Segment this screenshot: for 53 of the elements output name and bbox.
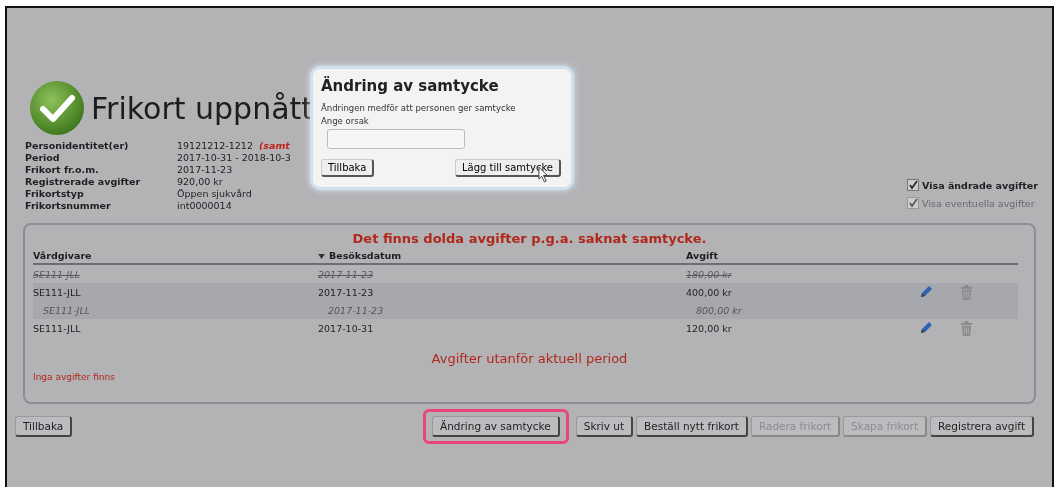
info-value: 2017-10-31 - 2018-10-3 xyxy=(177,152,291,163)
checkbox-label: Visa ändrade avgifter xyxy=(922,179,1038,191)
table-cell-text: 2017-11-23 xyxy=(318,286,375,298)
column-header[interactable]: Besöksdatum xyxy=(318,250,686,261)
checkmark-icon xyxy=(29,80,85,136)
table-cell-text: 180,00 kr xyxy=(686,268,733,280)
table-cell-text: 2017-10-31 xyxy=(318,322,375,334)
table-row[interactable]: SE111-JLL 2017-10-31 120,00 kr xyxy=(33,319,1018,337)
empty-note: Inga avgifter finns xyxy=(33,372,116,382)
table-row[interactable]: SE111-JLL 2017-11-23 400,00 kr xyxy=(33,283,1018,301)
info-value: Öppen sjukvård xyxy=(177,188,252,199)
action-button[interactable]: Ändring av samtycke xyxy=(432,416,560,437)
table-row[interactable]: SE111-JLL 2017-11-23 180,00 kr xyxy=(33,265,1018,283)
table-cell-text: 400,00 kr xyxy=(686,286,733,298)
hidden-fees-notice: Det finns dolda avgifter p.g.a. saknat samtycke. xyxy=(351,231,708,246)
info-value: 920,00 kr xyxy=(177,176,223,187)
table-cell-text: SE111-JLL xyxy=(42,304,91,316)
pencil-icon[interactable] xyxy=(918,284,934,300)
consent-note: (samt xyxy=(258,140,290,151)
pencil-icon[interactable] xyxy=(918,320,934,336)
info-value: 2017-11-23 xyxy=(177,164,233,175)
info-label: Frikortsnummer xyxy=(25,200,112,211)
page-title: Frikort uppnått xyxy=(91,90,314,126)
period-notice: Avgifter utanför aktuell period xyxy=(430,351,629,366)
table-cell-text: SE111-JLL xyxy=(33,322,82,334)
action-button[interactable]: Skriv ut xyxy=(575,416,634,437)
info-value: int0000014 xyxy=(177,200,232,211)
reason-field[interactable] xyxy=(327,129,465,149)
action-button[interactable]: Registrera avgift xyxy=(930,416,1034,437)
dialog-button[interactable]: Tillbaka xyxy=(321,159,375,177)
table-cell-text: 800,00 kr xyxy=(695,304,743,316)
info-label: Frikortstyp xyxy=(25,188,85,199)
table-cell-text: SE111-JLL xyxy=(33,286,82,298)
column-header[interactable]: Vårdgivare xyxy=(33,250,318,261)
field-label: Ange orsak xyxy=(321,116,370,126)
info-value: 19121212-1212 xyxy=(177,140,253,151)
table-cell-text: 2017-11-23 xyxy=(318,268,375,280)
info-label: Personidentitet(er) xyxy=(25,140,130,151)
column-header[interactable]: Avgift xyxy=(686,250,918,261)
table-cell-text: 120,00 kr xyxy=(686,322,733,334)
info-label: Frikort fr.o.m. xyxy=(25,164,100,175)
info-label: Registrerade avgifter xyxy=(25,176,142,187)
back-button[interactable]: Tillbaka xyxy=(15,416,73,437)
checkbox[interactable] xyxy=(907,179,920,191)
action-button[interactable]: Beställ nytt frikort xyxy=(636,416,748,437)
dialog-message: Ändringen medför att personen ger samtycke xyxy=(321,103,517,113)
dialog-button[interactable]: Lägg till samtycke xyxy=(455,159,561,177)
sort-icon xyxy=(318,254,325,259)
info-label: Period xyxy=(25,152,61,163)
table-cell-text: SE111-JLL xyxy=(33,268,81,280)
checkbox-label: Visa eventuella avgifter xyxy=(922,197,1035,209)
table-cell-text: 2017-11-23 xyxy=(327,304,385,316)
dialog-title: Ändring av samtycke xyxy=(321,77,500,95)
